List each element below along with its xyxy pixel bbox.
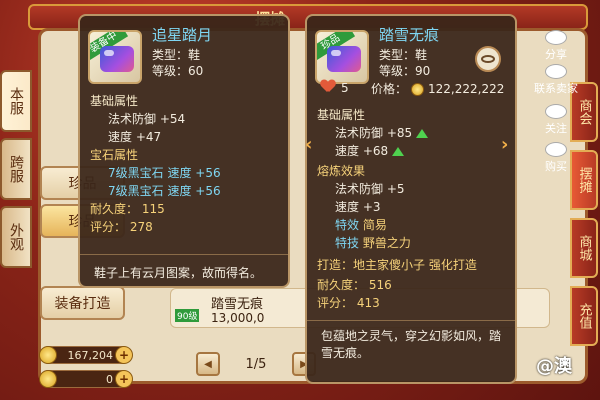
like-count: 5 — [341, 81, 349, 95]
refine-attr: 法术防御 +5 — [335, 182, 405, 196]
gem-attr: 7级黑宝石 速度 +56 — [108, 184, 221, 198]
buy-button[interactable]: 购买 — [538, 142, 574, 174]
special-skill: 特技 野兽之力 — [335, 236, 411, 250]
category-equipment-forge[interactable]: 装备打造 — [40, 286, 125, 320]
silver-amount: 167,204 — [67, 348, 114, 362]
item-thumbnail: 装备中 — [88, 30, 142, 84]
list-item-level: 90级 — [175, 309, 200, 322]
item-description: 包蕴地之灵气，穿之幻影如风，踏雪无痕。 — [321, 329, 502, 360]
silver-coin-icon — [39, 346, 57, 364]
gold-coin-icon — [39, 370, 57, 388]
base-attr-text: 法术防御 +85 — [335, 126, 413, 140]
score: 评分： 413 — [317, 296, 380, 310]
base-attr: 速度 +47 — [108, 130, 162, 144]
base-attr: 法术防御 +54 — [108, 112, 186, 126]
next-item-arrow[interactable]: › — [501, 134, 508, 155]
pager: ◀ 1/5 ▶ — [196, 352, 316, 376]
refine-title: 熔炼效果 — [317, 164, 366, 178]
tab-recharge[interactable]: 充值 — [570, 286, 598, 346]
price: 价格： 122,222,222 — [371, 80, 504, 97]
page-indicator: 1/5 — [245, 356, 267, 372]
durability: 耐久度： 115 — [90, 202, 165, 216]
special-effect: 特效 简易 — [335, 218, 387, 232]
silver-balance: 167,204 + — [39, 346, 133, 364]
gem-attrs-title: 宝石属性 — [90, 148, 139, 162]
item-type: 类型：鞋 — [152, 48, 201, 62]
arrow-up-icon — [392, 147, 405, 156]
base-attr: 速度 +68 — [335, 142, 405, 159]
shoe-icon — [100, 46, 134, 72]
add-gold-button[interactable]: + — [115, 370, 133, 388]
shoe-icon — [327, 46, 361, 72]
price-label: 价格： — [371, 82, 408, 96]
likes: 5 — [321, 80, 349, 95]
forge-info: 打造：地主家傻小子 强化打造 — [317, 258, 477, 272]
arrow-up-icon — [416, 129, 429, 138]
base-attr-text: 速度 +68 — [335, 144, 389, 158]
tab-stall[interactable]: 摆摊 — [570, 150, 598, 210]
list-item-name: 踏雪无痕 — [211, 297, 264, 312]
tab-cross-server[interactable]: 跨服 — [0, 138, 32, 200]
right-tabs: 商会 摆摊 商城 充值 — [570, 82, 600, 354]
item-level: 等级：90 — [379, 64, 431, 78]
refine-attr: 速度 +3 — [335, 200, 381, 214]
add-silver-button[interactable]: + — [115, 346, 133, 364]
heart-icon — [545, 104, 567, 119]
base-attrs-title: 基础属性 — [90, 94, 139, 108]
coin-icon — [411, 83, 425, 96]
item-type: 类型：鞋 — [379, 48, 428, 62]
chat-icon — [545, 64, 567, 79]
eye-icon[interactable] — [475, 46, 501, 72]
base-attr: 法术防御 +85 — [335, 124, 429, 141]
tab-mall[interactable]: 商城 — [570, 218, 598, 278]
equipped-item-tooltip: 装备中 追星踏月 类型：鞋 等级：60 基础属性 法术防御 +54 速度 +47… — [78, 14, 290, 288]
left-tabs: 本服 跨服 外观 — [0, 70, 34, 274]
prev-page-button[interactable]: ◀ — [196, 352, 220, 376]
gem-attr: 7级黑宝石 速度 +56 — [108, 166, 221, 180]
tab-local-server[interactable]: 本服 — [0, 70, 32, 132]
share-icon — [545, 30, 567, 45]
share-button[interactable]: 分享 — [538, 30, 574, 62]
gold-balance: 0 + — [39, 370, 133, 388]
price-value: 122,222,222 — [428, 82, 505, 96]
watermark: @澳 — [536, 356, 572, 377]
item-description: 鞋子上有云月图案，故而得名。 — [94, 266, 263, 280]
durability: 耐久度： 516 — [317, 278, 392, 292]
item-level: 等级：60 — [152, 64, 204, 78]
item-thumbnail: 珍品 — [315, 30, 369, 84]
listed-item-tooltip: 珍品 踏雪无痕 类型：鞋 等级：90 5 价格： 122,222,222 基础属性… — [305, 14, 517, 384]
item-name: 踏雪无痕 — [379, 26, 440, 44]
score: 评分： 278 — [90, 220, 153, 234]
gold-amount: 0 — [106, 372, 113, 386]
follow-button[interactable]: 关注 — [538, 104, 574, 136]
base-attrs-title: 基础属性 — [317, 108, 366, 122]
heart-icon — [321, 80, 335, 92]
divider — [307, 320, 515, 321]
prev-item-arrow[interactable]: ‹ — [305, 134, 312, 155]
tab-appearance[interactable]: 外观 — [0, 206, 32, 268]
item-name: 追星踏月 — [152, 26, 213, 44]
buy-icon — [545, 142, 567, 157]
divider — [80, 254, 288, 255]
list-item-price: 13,000,0 — [211, 311, 265, 325]
contact-seller-button[interactable]: 联系卖家 — [534, 64, 578, 96]
